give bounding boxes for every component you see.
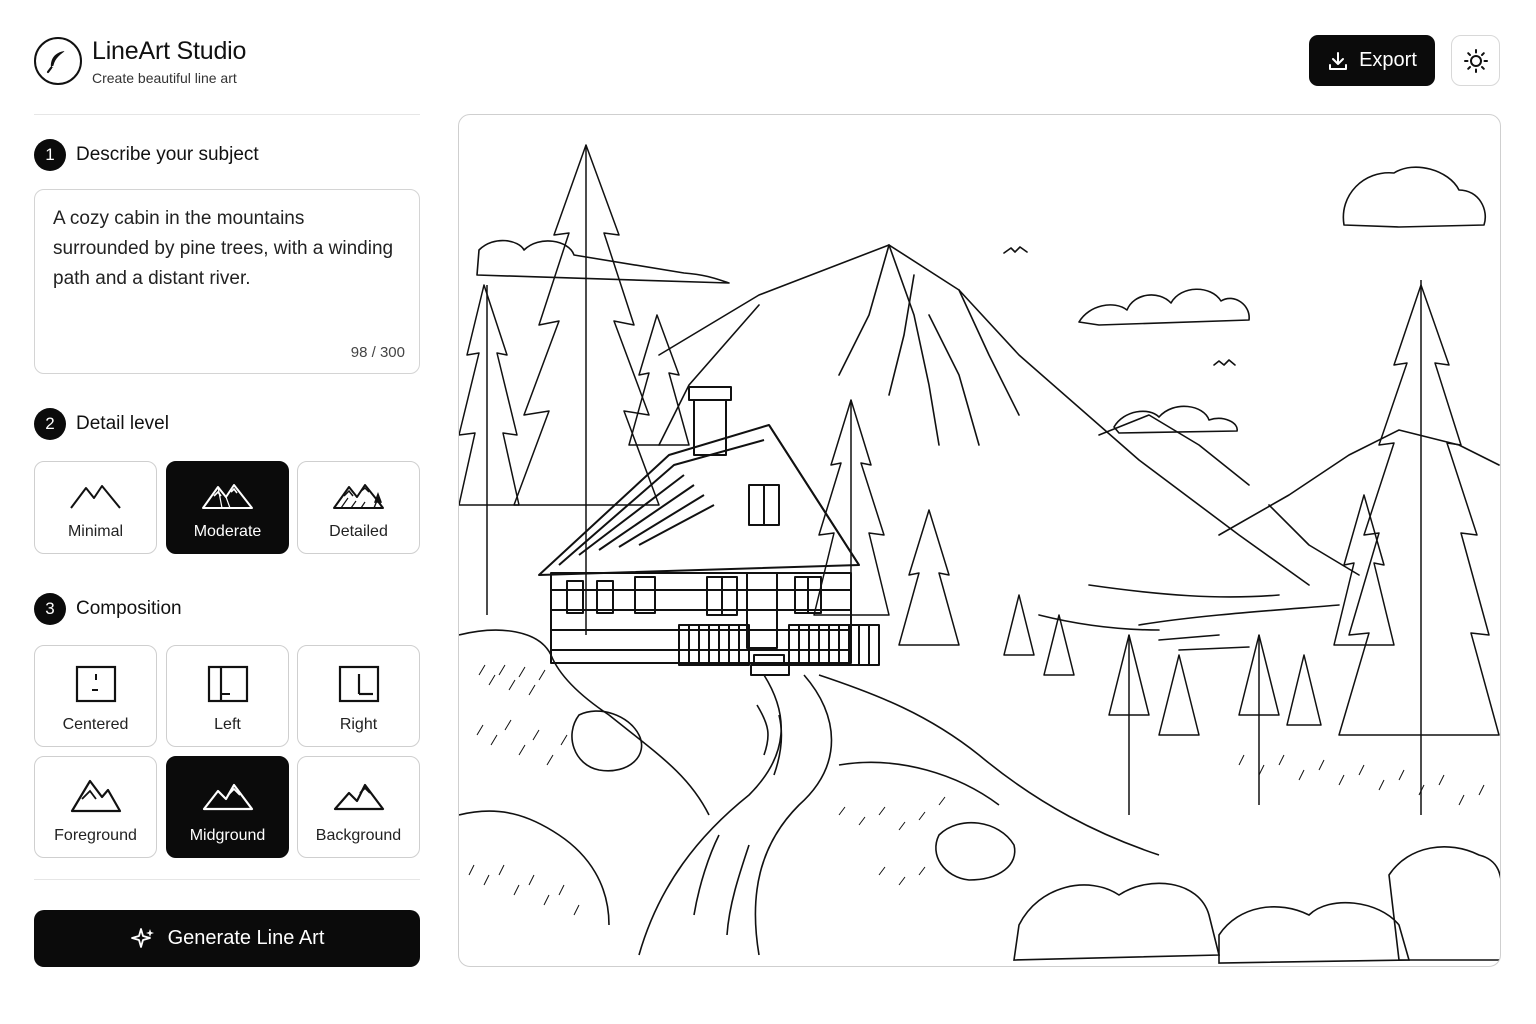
step-label: Composition — [76, 598, 182, 619]
composition-option-foreground[interactable]: Foreground — [34, 756, 157, 858]
mountain-foreground-icon — [70, 779, 121, 813]
sun-icon — [1463, 48, 1488, 73]
step-label: Detail level — [76, 413, 169, 434]
option-label: Left — [214, 716, 241, 733]
feather-icon — [46, 50, 66, 74]
step-composition: 3 Composition — [34, 593, 182, 625]
char-count: 98 / 300 — [350, 344, 405, 361]
mountain-background-icon — [333, 783, 384, 811]
composition-option-left[interactable]: Left — [166, 645, 289, 747]
app-subtitle: Create beautiful line art — [92, 70, 237, 86]
download-icon — [1329, 51, 1348, 70]
step-number: 1 — [34, 139, 66, 171]
step-detail: 2 Detail level — [34, 408, 169, 440]
layout-centered-icon — [75, 665, 116, 703]
theme-toggle-button[interactable] — [1451, 35, 1500, 86]
mountain-detailed-icon — [332, 484, 384, 509]
sparkles-icon — [130, 927, 154, 948]
option-label: Midground — [189, 827, 266, 844]
footer-divider — [34, 879, 420, 880]
step-subject: 1 Describe your subject — [34, 139, 259, 171]
generate-button[interactable]: Generate Line Art — [34, 910, 420, 967]
option-label: Foreground — [54, 827, 137, 844]
app-title: LineArt Studio — [92, 37, 247, 65]
subject-textarea[interactable]: A cozy cabin in the mountains surrounded… — [34, 189, 420, 374]
artwork-canvas — [458, 114, 1501, 967]
detail-option-moderate[interactable]: Moderate — [166, 461, 289, 554]
option-label: Background — [315, 827, 402, 844]
composition-option-background[interactable]: Background — [297, 756, 420, 858]
layout-left-icon — [207, 665, 248, 703]
subject-text: A cozy cabin in the mountains surrounded… — [53, 208, 399, 289]
mountain-moderate-icon — [201, 484, 253, 509]
option-label: Moderate — [193, 523, 262, 540]
cabin-landscape-artwork — [459, 144, 1500, 964]
option-label: Minimal — [67, 523, 124, 540]
composition-option-centered[interactable]: Centered — [34, 645, 157, 747]
step-label: Describe your subject — [76, 144, 259, 165]
composition-option-right[interactable]: Right — [297, 645, 420, 747]
mountain-minimal-icon — [69, 485, 121, 509]
option-label: Right — [339, 716, 378, 733]
composition-option-midground[interactable]: Midground — [166, 756, 289, 858]
detail-option-detailed[interactable]: Detailed — [297, 461, 420, 554]
export-label: Export — [1359, 49, 1417, 71]
option-label: Detailed — [329, 523, 388, 540]
export-button[interactable]: Export — [1309, 35, 1435, 86]
step-number: 3 — [34, 593, 66, 625]
mountain-midground-icon — [202, 783, 253, 811]
step-number: 2 — [34, 408, 66, 440]
detail-option-minimal[interactable]: Minimal — [34, 461, 157, 554]
header-divider — [34, 114, 420, 115]
app-logo — [34, 37, 82, 85]
option-label: Centered — [62, 716, 129, 733]
generate-label: Generate Line Art — [167, 927, 325, 949]
layout-right-icon — [338, 665, 379, 703]
